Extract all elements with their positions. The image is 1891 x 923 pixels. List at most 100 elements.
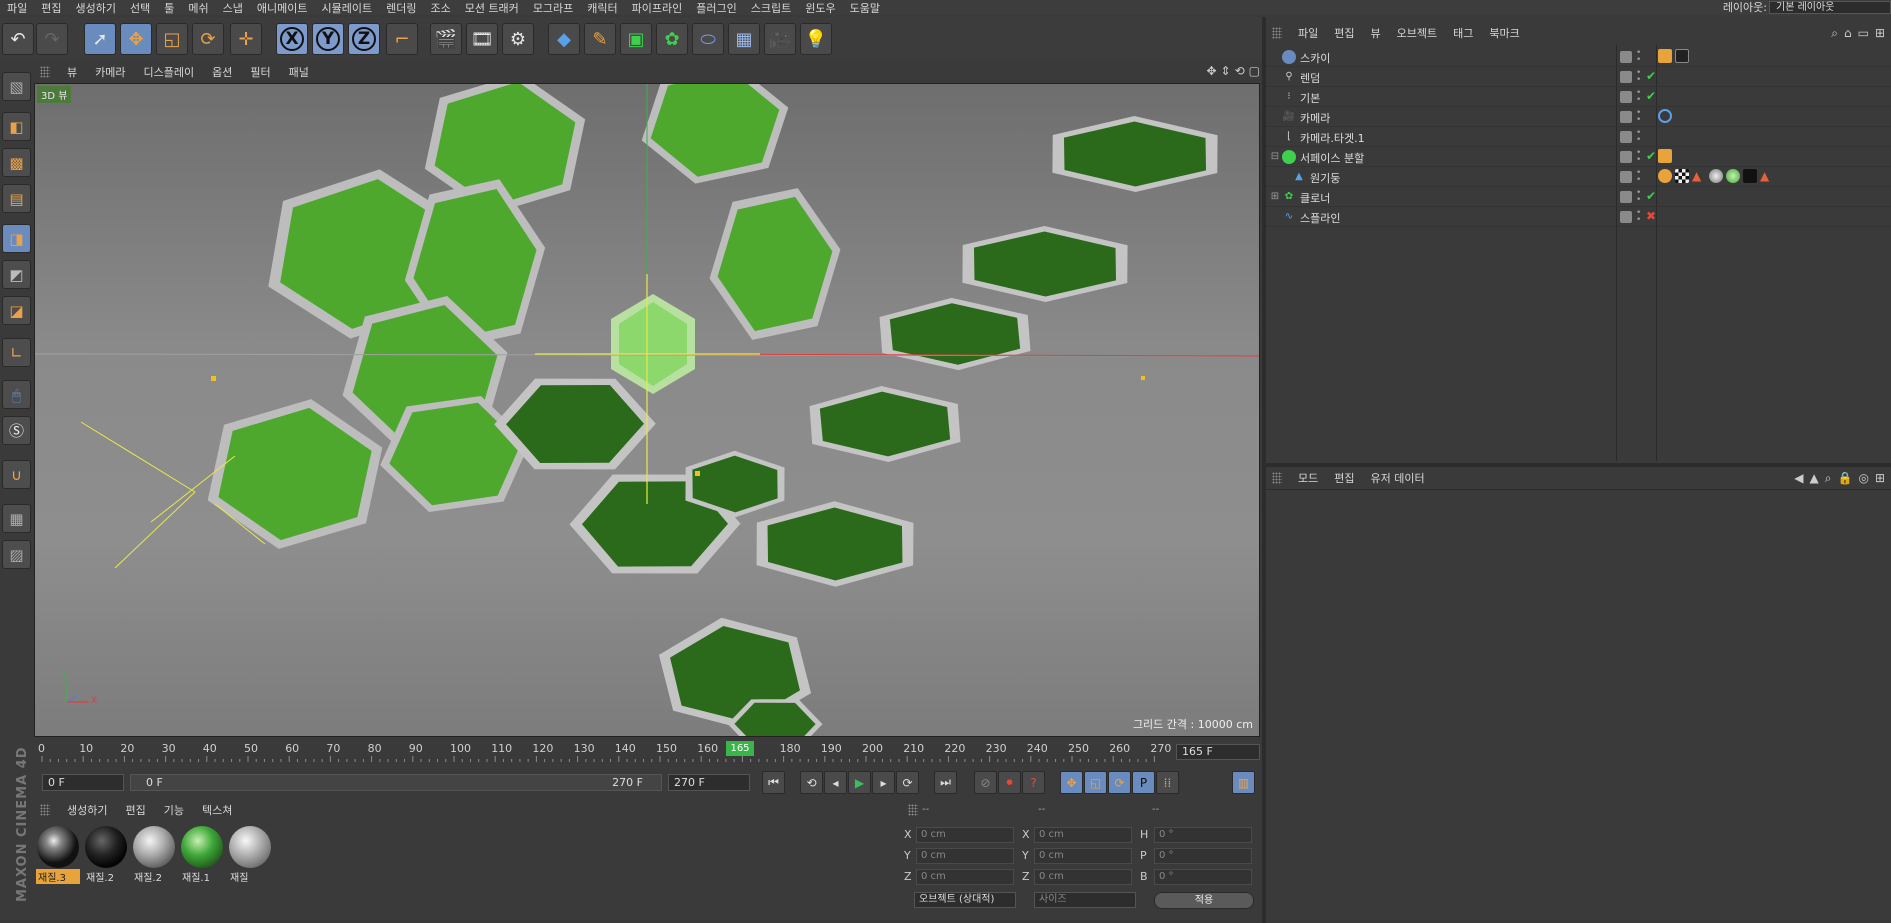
key-parameter-icon[interactable]: P [1132,771,1155,794]
render-dots-icon[interactable]: • • [1636,149,1641,165]
position-z-field[interactable]: 0 cm [916,869,1014,885]
key-rotation-icon[interactable]: ⟳ [1108,771,1131,794]
current-frame-marker[interactable]: 165 [726,741,754,756]
grip-icon[interactable] [1272,472,1282,484]
render-dots-icon[interactable]: • • [1636,129,1641,145]
new-panel-icon[interactable]: ⊞ [1875,471,1885,486]
record-icon[interactable]: ⏺ [998,771,1021,794]
new-panel-icon[interactable]: ⊞ [1875,26,1885,41]
home-icon[interactable]: ⌂ [1844,26,1852,41]
select-tool-icon[interactable]: ➚ [84,23,116,55]
coordinate-system-icon[interactable]: ⌐ [386,23,418,55]
menu-edit[interactable]: 편집 [34,0,68,16]
viewport-menu-options[interactable]: 옵션 [203,64,241,80]
pen-icon[interactable]: ✎ [584,23,616,55]
range-slider[interactable]: 0 F 270 F [130,774,662,791]
material-menu-texture[interactable]: 텍스쳐 [193,802,241,818]
menu-pipeline[interactable]: 파이프라인 [625,0,690,16]
snap-magnet-icon[interactable]: ∪ [2,460,31,489]
tag-icon[interactable] [1658,149,1672,163]
grip-icon[interactable] [1272,27,1282,39]
model-mode-icon[interactable]: ◧ [2,112,31,141]
attribute-menu-mode[interactable]: 모드 [1290,470,1326,486]
help-record-icon[interactable]: ? [1022,771,1045,794]
material-item[interactable]: 재질.2 [84,825,128,885]
key-position-icon[interactable]: ✥ [1060,771,1083,794]
object-row-subdivision[interactable]: ⊟ 서페이스 분할 • • ✔ [1266,147,1891,167]
autokey-off-icon[interactable]: ⊘ [974,771,997,794]
object-menu-edit[interactable]: 편집 [1326,25,1362,41]
next-key-icon[interactable]: ⟳ [896,771,919,794]
make-editable-icon[interactable]: ▧ [2,72,31,101]
grip-icon[interactable] [908,804,918,816]
rotation-p-field[interactable]: 0 ° [1154,848,1252,864]
object-name[interactable]: 스카이 [1300,50,1330,66]
visibility-icon[interactable] [1620,91,1632,103]
menu-character[interactable]: 캐릭터 [580,0,624,16]
object-row-spline[interactable]: ∿ 스플라인 • • ✖ [1266,207,1891,227]
go-to-start-icon[interactable]: ⏮ [762,771,785,794]
render-dots-icon[interactable]: • • [1636,109,1641,125]
menu-window[interactable]: 윈도우 [798,0,842,16]
material-item[interactable]: 재질.2 [132,825,176,885]
target-icon[interactable]: ◎ [1858,471,1868,486]
layout-select[interactable]: 기본 레이아웃 [1769,1,1891,14]
material-item[interactable]: 재질.1 [180,825,224,885]
zoom-view-icon[interactable]: ⇕ [1221,64,1231,78]
enabled-check-icon[interactable]: ✔ [1646,149,1656,163]
polygons-mode-icon[interactable]: ◪ [2,296,31,325]
material-tag-icon[interactable] [1743,169,1757,183]
viewport-menu-panel[interactable]: 패널 [280,64,318,80]
floor-icon[interactable]: ▦ [728,23,760,55]
visibility-icon[interactable] [1620,111,1632,123]
grid-snap-icon[interactable]: ▨ [2,540,31,569]
visibility-icon[interactable] [1620,171,1632,183]
render-dots-icon[interactable]: • • [1636,169,1641,185]
object-name[interactable]: 스플라인 [1300,210,1340,226]
size-y-field[interactable]: 0 cm [1034,848,1132,864]
rotation-b-field[interactable]: 0 ° [1154,869,1252,885]
key-pla-icon[interactable]: ⁞⁞ [1156,771,1179,794]
coord-size-select[interactable]: 사이즈 [1034,892,1136,908]
tag-icon[interactable] [1658,169,1672,183]
panel-divider[interactable] [1266,463,1891,467]
render-dots-icon[interactable]: • • [1636,69,1641,85]
current-frame-field[interactable]: 165 F [1176,744,1260,760]
visibility-icon[interactable] [1620,191,1632,203]
edges-mode-icon[interactable]: ◩ [2,260,31,289]
menu-mograph[interactable]: 모그라프 [526,0,580,16]
prev-key-icon[interactable]: ⟲ [800,771,823,794]
visibility-icon[interactable] [1620,211,1632,223]
timeline-mode-icon[interactable]: ▥ [1232,771,1255,794]
tag-icon[interactable] [1658,49,1672,63]
solo-icon[interactable]: Ⓢ [2,416,31,445]
object-name[interactable]: 카메라 [1300,110,1330,126]
enabled-check-icon[interactable]: ✔ [1646,69,1656,83]
render-dots-icon[interactable]: • • [1636,89,1641,105]
object-menu-bookmarks[interactable]: 북마크 [1481,25,1527,41]
light-icon[interactable]: 💡 [800,23,832,55]
object-name[interactable]: 서페이스 분할 [1300,150,1364,166]
scale-tool-icon[interactable]: ◱ [156,23,188,55]
z-axis-lock-button[interactable]: Z [348,23,380,55]
render-dots-icon[interactable]: • • [1636,189,1641,205]
axis-mode-icon[interactable]: ∟ [2,338,31,367]
grip-icon[interactable] [40,804,50,816]
object-name[interactable]: 렌덤 [1300,70,1320,86]
object-menu-objects[interactable]: 오브젝트 [1389,25,1445,41]
position-y-field[interactable]: 0 cm [916,848,1014,864]
object-row-cylinder[interactable]: ▲ 원기둥 • • ▲ ▲ [1266,167,1891,187]
search-icon[interactable]: ⌕ [1825,471,1832,486]
viewport-menu-filter[interactable]: 필터 [241,64,279,80]
attribute-menu-user-data[interactable]: 유저 데이터 [1363,470,1433,486]
size-x-field[interactable]: 0 cm [1034,827,1132,843]
redo-icon[interactable]: ↷ [36,23,68,55]
menu-create[interactable]: 생성하기 [69,0,123,16]
render-settings-icon[interactable]: ⚙ [502,23,534,55]
menu-plugins[interactable]: 플러그인 [689,0,743,16]
object-row-cloner[interactable]: ⊞ ✿ 클로너 • • ✔ [1266,187,1891,207]
material-tag-icon[interactable] [1726,169,1740,183]
render-dots-icon[interactable]: • • [1636,209,1641,225]
timeline-ruler[interactable]: 0 10 20 30 40 50 60 70 80 90 100 110 120 130 140 150 160… [34,740,1260,764]
viewport-menu-camera[interactable]: 카메라 [86,64,134,80]
